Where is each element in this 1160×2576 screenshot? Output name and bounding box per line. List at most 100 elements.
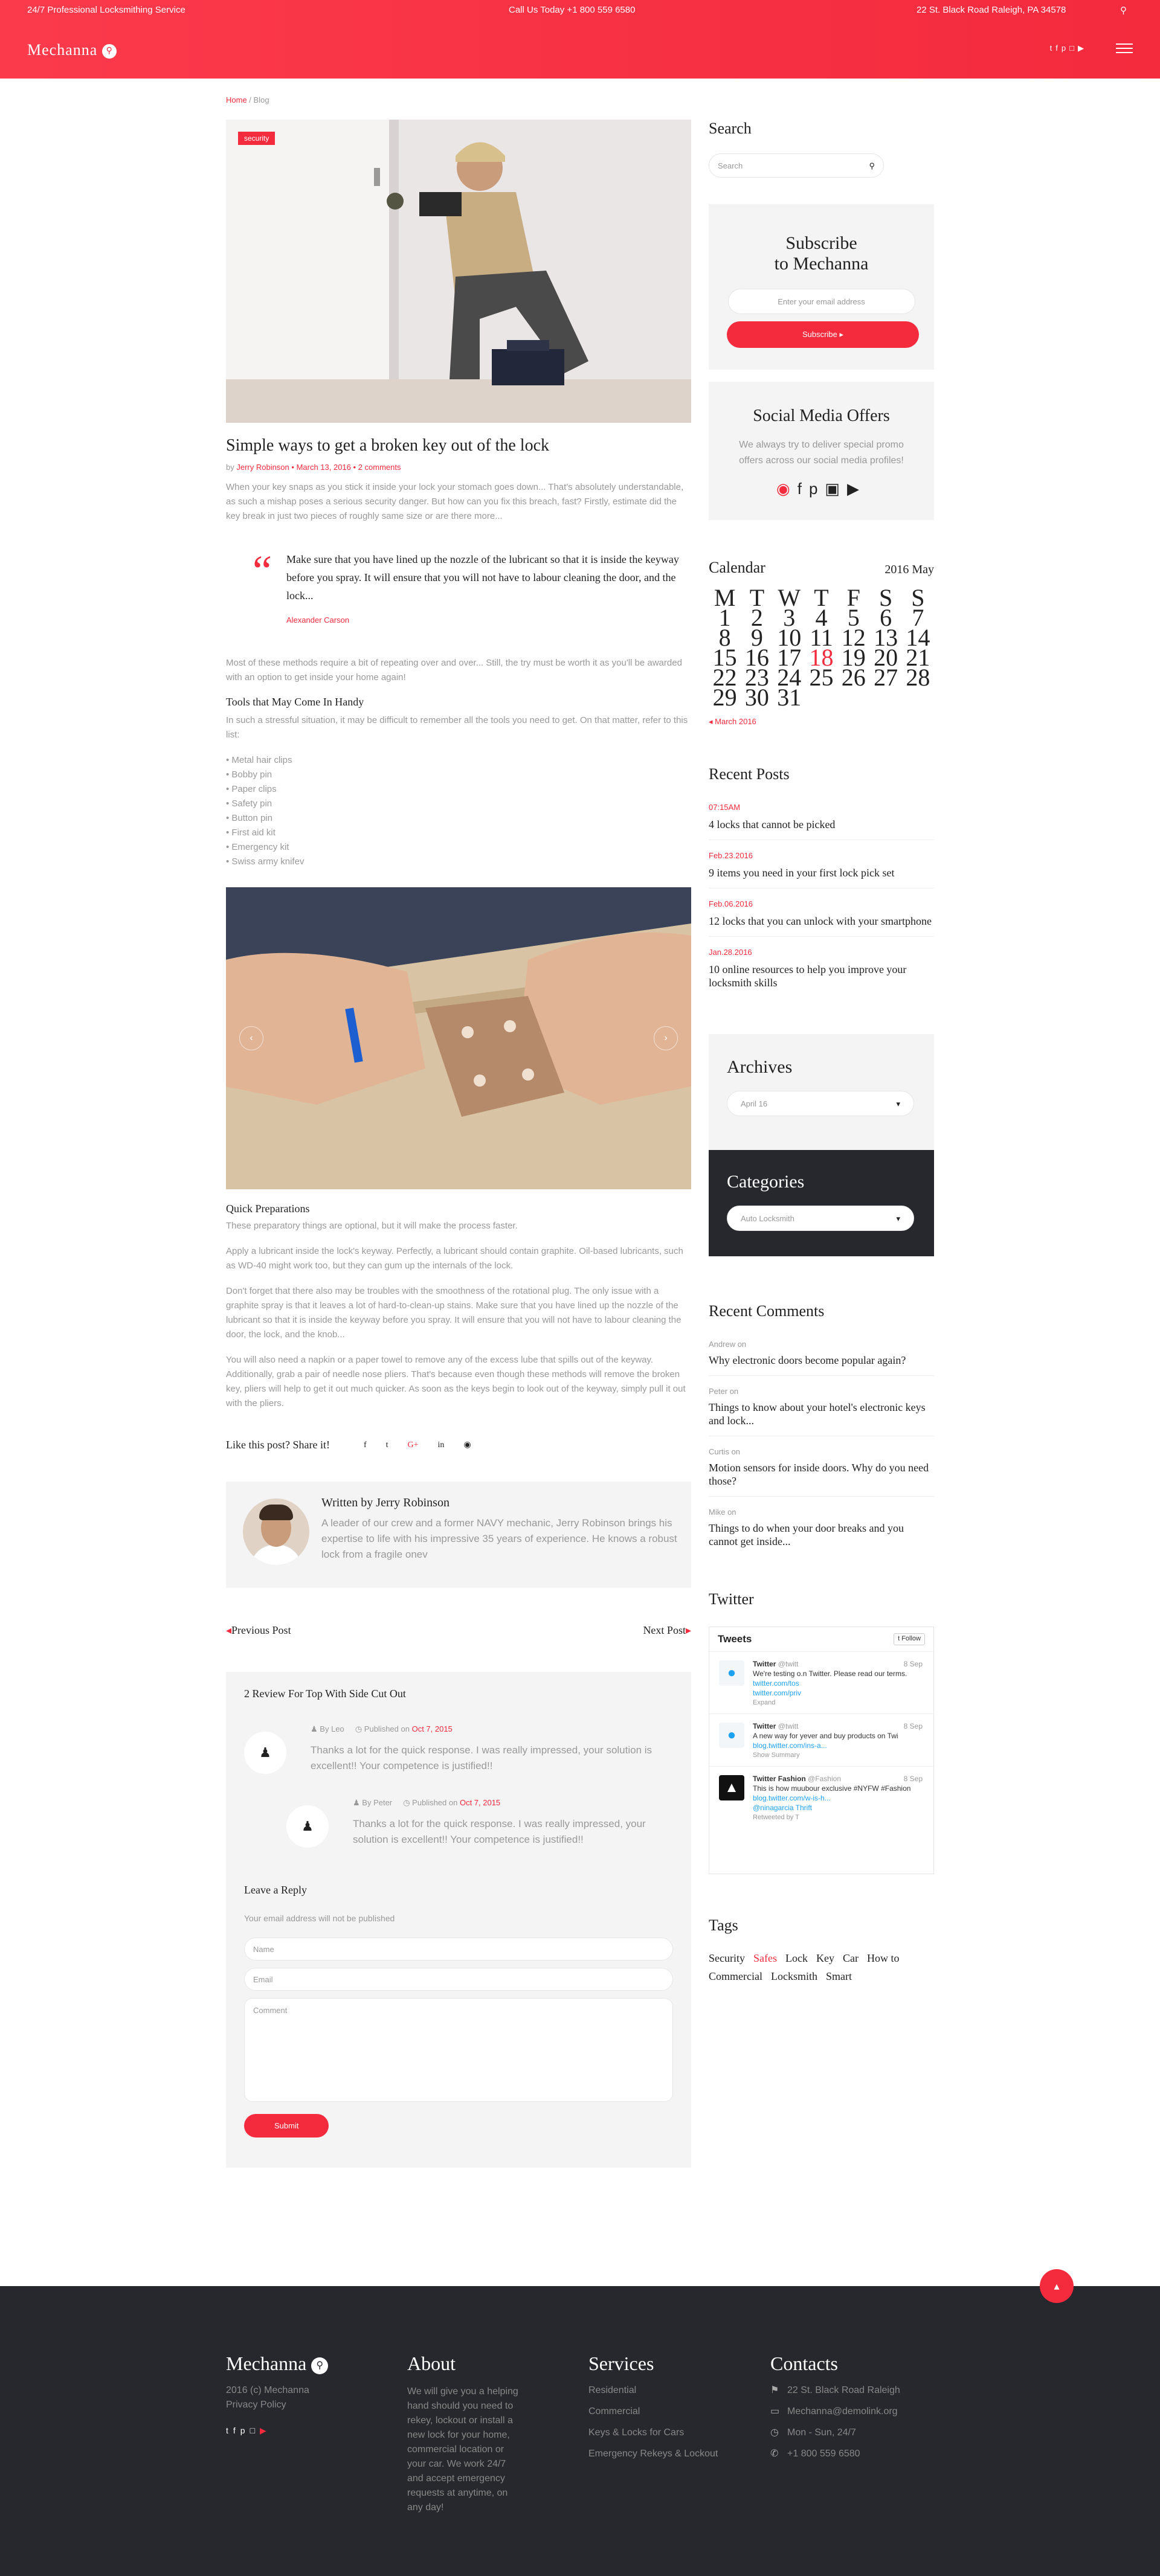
subscribe-button[interactable]: Subscribe ▸	[727, 321, 919, 348]
twitter-icon[interactable]: t	[1050, 43, 1056, 53]
tools-intro: In such a stressful situation, it may be…	[226, 715, 688, 740]
privacy-link[interactable]: Privacy Policy	[226, 2398, 328, 2412]
pinterest-icon[interactable]: p	[240, 2426, 250, 2435]
pinterest-icon[interactable]: p	[809, 480, 825, 498]
instagram-icon[interactable]: □	[250, 2426, 260, 2435]
name-field[interactable]: Name	[244, 1938, 673, 1961]
tag-link[interactable]: Smart	[826, 1967, 852, 1985]
twitter-bird-icon: ●	[719, 1723, 744, 1748]
email-field[interactable]: Email	[244, 1968, 673, 1991]
calendar-day[interactable]: 30	[741, 686, 773, 710]
list-item[interactable]: Andrew on Why electronic doors become pop…	[709, 1329, 934, 1376]
instagram-icon[interactable]: ▣	[825, 480, 847, 498]
twitter-follow-button[interactable]: t Follow	[894, 1633, 925, 1645]
categories-select[interactable]: Auto Locksmith ▾	[727, 1206, 914, 1231]
calendar-day[interactable]: 29	[709, 686, 741, 710]
list-item[interactable]: 07:15AM 4 locks that cannot be picked	[709, 792, 934, 840]
list-item[interactable]: Peter on Things to know about your hotel'…	[709, 1376, 934, 1436]
youtube-icon[interactable]: ▶	[1078, 43, 1088, 53]
tag-link[interactable]: Security	[709, 1949, 745, 1967]
facebook-icon[interactable]: f	[1055, 43, 1062, 53]
calendar-day[interactable]	[902, 687, 934, 707]
slider-prev-button[interactable]: ‹	[239, 1026, 263, 1050]
footer-link[interactable]: Keys & Locks for Cars	[588, 2422, 718, 2443]
clock-icon: ◷	[770, 2427, 779, 2438]
user-icon: ♟	[311, 1724, 318, 1733]
tag-link[interactable]: Safes	[753, 1949, 777, 1967]
previous-post-link[interactable]: ◂Previous Post	[226, 1624, 291, 1637]
youtube-icon[interactable]: ▶	[260, 2426, 271, 2435]
instagram-icon[interactable]: □	[1069, 43, 1078, 53]
twitter-icon[interactable]: t	[226, 2426, 233, 2435]
post-author-link[interactable]: Jerry Robinson	[236, 463, 289, 472]
calendar-day[interactable]: 26	[837, 666, 869, 690]
footer-social: tfp□▶	[226, 2426, 328, 2436]
call-us[interactable]: Call Us Today +1 800 559 6580	[509, 5, 635, 15]
slider-next-button[interactable]: ›	[654, 1026, 678, 1050]
phone-item[interactable]: ✆ +1 800 559 6580	[770, 2443, 900, 2464]
tag-link[interactable]: Lock	[785, 1949, 808, 1967]
list-item[interactable]: Jan.28.2016 10 online resources to help y…	[709, 937, 934, 998]
tools-list: • Metal hair clips • Bobby pin • Paper c…	[226, 753, 691, 869]
phone-icon: ✆	[770, 2449, 779, 2459]
calendar-day[interactable]	[869, 687, 901, 707]
pinterest-icon[interactable]: ◉	[463, 1440, 471, 1450]
subscribe-email-input[interactable]: Enter your email address	[727, 289, 915, 314]
scroll-to-top-button[interactable]: ▴	[1040, 2269, 1074, 2303]
calendar-day[interactable]: 25	[805, 666, 837, 690]
facebook-icon[interactable]: f	[233, 2426, 240, 2435]
comment-text: Thanks a lot for the quick response. I w…	[353, 1818, 646, 1845]
tweet[interactable]: ● Twitter @twitt 8 Sep A new way for yev…	[709, 1714, 933, 1767]
next-post-link[interactable]: Next Post▸	[643, 1624, 691, 1637]
footer-link[interactable]: Residential	[588, 2380, 718, 2401]
search-input[interactable]: Search ⚲	[709, 153, 884, 178]
footer-link[interactable]: Commercial	[588, 2401, 718, 2422]
twitter-icon[interactable]: ◉	[776, 480, 798, 498]
calendar-day[interactable]: 31	[773, 686, 805, 710]
user-avatar-icon: ♟	[244, 1732, 286, 1774]
pinterest-icon[interactable]: p	[1062, 43, 1069, 53]
tag-link[interactable]: How to	[867, 1949, 900, 1967]
google-plus-icon[interactable]: G+	[408, 1441, 419, 1450]
list-item[interactable]: Mike on Things to do when your door break…	[709, 1497, 934, 1556]
comment-textarea[interactable]: Comment	[244, 1998, 673, 2102]
twitter-icon[interactable]: t	[386, 1441, 388, 1450]
linkedin-icon[interactable]: in	[438, 1441, 445, 1450]
list-item[interactable]: Feb.23.2016 9 items you need in your firs…	[709, 840, 934, 888]
recent-posts-list: 07:15AM 4 locks that cannot be picked Feb…	[709, 792, 934, 998]
footer-link[interactable]: Emergency Rekeys & Lockout	[588, 2443, 718, 2464]
breadcrumb-home[interactable]: Home	[226, 95, 247, 104]
list-item: • First aid kit	[226, 827, 276, 838]
calendar-day[interactable]: 28	[902, 666, 934, 690]
calendar-month: 2016 May	[884, 563, 934, 576]
footer: Mechanna ⚲ 2016 (c) Mechanna Privacy Pol…	[0, 2286, 1160, 2576]
list-item: • Paper clips	[226, 784, 277, 794]
tweet[interactable]: ● Twitter @twitt 8 Sep We're testing o.n…	[709, 1652, 933, 1714]
facebook-icon[interactable]: f	[364, 1441, 367, 1450]
list-item[interactable]: Feb.06.2016 12 locks that you can unlock …	[709, 888, 934, 937]
tweet[interactable]: ▲ Twitter Fashion @Fashion 8 Sep This is…	[709, 1767, 933, 1828]
calendar-day[interactable]: 27	[869, 666, 901, 690]
tag-link[interactable]: Locksmith	[771, 1967, 817, 1985]
tag-link[interactable]: Car	[843, 1949, 859, 1967]
footer-logo[interactable]: Mechanna ⚲	[226, 2353, 329, 2375]
facebook-icon[interactable]: f	[798, 480, 809, 498]
calendar-day[interactable]	[805, 687, 837, 707]
search-icon[interactable]: ⚲	[1120, 5, 1127, 16]
post-comments-link[interactable]: 2 comments	[358, 463, 401, 472]
category-tag[interactable]: security	[238, 132, 276, 145]
list-item[interactable]: Curtis on Motion sensors for inside doors…	[709, 1436, 934, 1497]
tag-link[interactable]: Commercial	[709, 1967, 762, 1985]
youtube-icon[interactable]: ▶	[847, 480, 866, 498]
site-logo[interactable]: Mechanna ⚲	[27, 41, 117, 59]
email-item[interactable]: ▭ Mechanna@demolink.org	[770, 2401, 900, 2422]
archives-select[interactable]: April 16 ▾	[727, 1091, 914, 1116]
tag-link[interactable]: Key	[816, 1949, 834, 1967]
calendar-day[interactable]	[837, 687, 869, 707]
menu-icon[interactable]	[1116, 43, 1133, 56]
twitter-widget: Tweets t Follow ● Twitter @twitt 8 Sep We…	[709, 1627, 934, 1874]
address-item: ⚑ 22 St. Black Road Raleigh	[770, 2380, 900, 2401]
calendar-prev-link[interactable]: ◂ March 2016	[709, 717, 934, 727]
submit-button[interactable]: Submit	[244, 2114, 329, 2138]
post-date[interactable]: March 13, 2016	[297, 463, 351, 472]
